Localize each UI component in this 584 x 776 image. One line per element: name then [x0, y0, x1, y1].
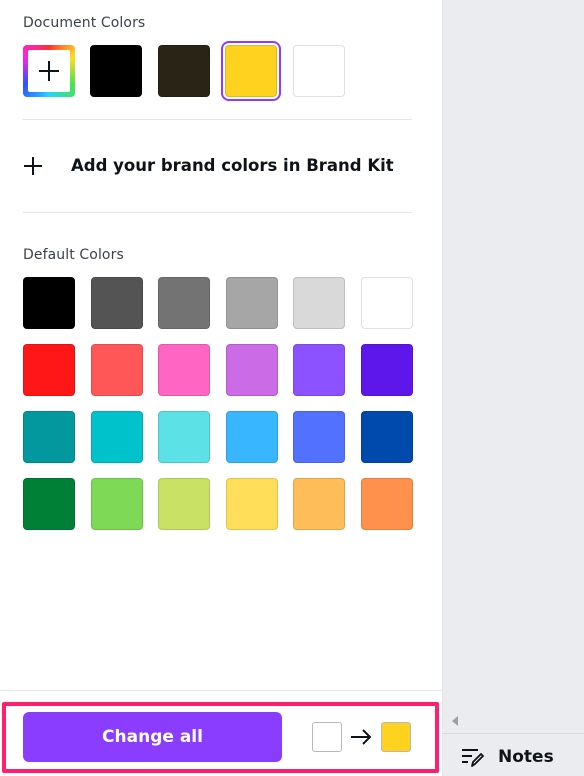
to-color-swatch	[381, 722, 411, 752]
default-color-swatch[interactable]	[225, 478, 278, 530]
color-panel: Document Colors Add your brand colors in…	[0, 0, 443, 776]
default-color-swatch[interactable]	[23, 344, 75, 396]
footer-divider	[0, 690, 443, 691]
default-color-swatch[interactable]	[158, 478, 210, 530]
default-color-swatch[interactable]	[90, 344, 143, 396]
document-color-swatch[interactable]	[157, 45, 210, 97]
default-color-swatch[interactable]	[360, 411, 413, 463]
default-color-swatch[interactable]	[360, 277, 413, 329]
triangle-left-icon[interactable]	[451, 716, 459, 726]
default-color-swatch[interactable]	[158, 344, 210, 396]
notes-button[interactable]: Notes	[460, 740, 570, 774]
document-color-swatch[interactable]	[90, 45, 142, 97]
change-all-button[interactable]: Change all	[23, 712, 282, 762]
default-color-swatch[interactable]	[293, 411, 345, 463]
default-color-swatch[interactable]	[90, 478, 143, 530]
divider	[23, 119, 412, 120]
default-color-swatch[interactable]	[225, 411, 278, 463]
brand-kit-label: Add your brand colors in Brand Kit	[71, 156, 394, 175]
arrow-right-icon	[351, 729, 372, 745]
default-color-swatch[interactable]	[293, 344, 345, 396]
add-color-button[interactable]	[23, 45, 75, 97]
plus-icon	[24, 157, 42, 175]
notes-label: Notes	[498, 747, 554, 767]
brand-kit-link[interactable]: Add your brand colors in Brand Kit	[23, 150, 412, 182]
canvas-area	[443, 0, 584, 776]
default-colors-title: Default Colors	[23, 247, 124, 263]
document-colors-title: Document Colors	[23, 15, 146, 31]
notes-divider	[443, 733, 584, 734]
default-color-swatch[interactable]	[360, 478, 413, 530]
default-color-swatch[interactable]	[90, 277, 143, 329]
default-color-swatch[interactable]	[90, 411, 143, 463]
default-color-swatch[interactable]	[158, 277, 210, 329]
document-color-swatch[interactable]	[221, 41, 281, 101]
default-color-swatch[interactable]	[23, 478, 75, 530]
document-color-swatch[interactable]	[292, 45, 345, 97]
default-color-swatch[interactable]	[225, 277, 278, 329]
default-color-swatch[interactable]	[158, 411, 210, 463]
notes-icon	[462, 749, 484, 767]
from-color-swatch	[312, 722, 342, 752]
default-color-swatch[interactable]	[293, 277, 345, 329]
divider	[23, 212, 412, 213]
plus-icon	[39, 61, 59, 81]
default-color-swatch[interactable]	[23, 277, 75, 329]
default-color-swatch[interactable]	[23, 411, 75, 463]
default-color-swatch[interactable]	[293, 478, 345, 530]
default-color-swatch[interactable]	[225, 344, 278, 396]
default-color-swatch[interactable]	[360, 344, 413, 396]
